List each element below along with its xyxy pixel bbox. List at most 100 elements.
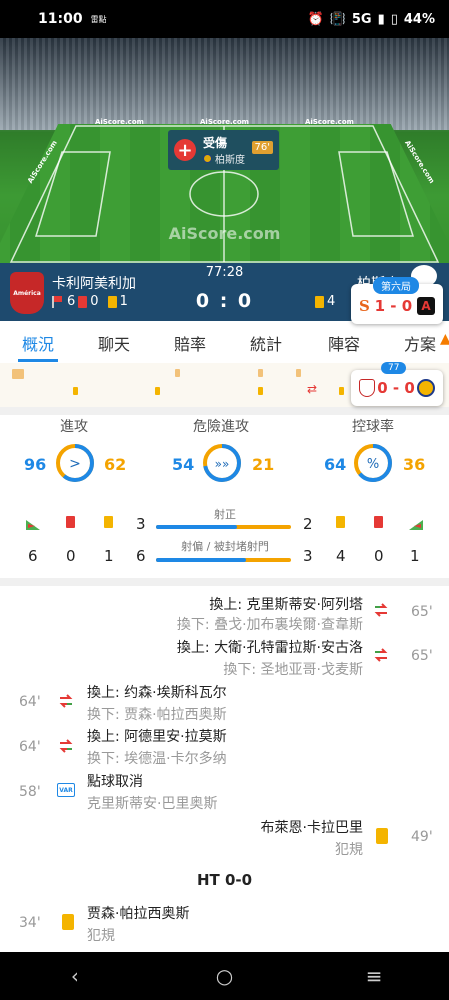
event-minute: 64' [19,739,41,755]
attack-home: 96 [24,455,47,474]
baseball-score: 1 - 0 [374,297,413,315]
halftime-marker: HT 0-0 [196,871,253,889]
substitution-icon [374,603,388,617]
ad-board-center: AiScore.com [200,118,249,126]
var-icon: VAR [57,783,75,797]
corner-icon [409,520,423,530]
svg-text:»»: »» [215,457,230,471]
fire-icon: ▲ [440,331,449,347]
tab-overview[interactable]: 概況 [22,331,54,355]
home-yellow-count: 1 [104,547,114,565]
live-pitch[interactable]: AiScore.com AiScore.com AiScore.com AiSc… [0,38,449,263]
event-sub-out: 换下: 埃德温·卡尔多纳 [87,751,227,767]
shots-on-label: 射正 [214,508,236,521]
yellow-card-icon [336,516,345,528]
yellow-card-icon [376,828,388,844]
away-corners-count: 1 [410,547,420,565]
event-note: 犯規 [87,928,115,944]
active-tab-indicator [18,359,58,362]
inning-pill: 第六局 [373,277,419,294]
event-player: 布萊恩·卡拉巴里 [260,820,363,836]
yellow-card-icon [104,516,113,528]
attack-label: 進攻 [60,419,88,435]
system-nav-bar: ‹ ○ ≡ [0,952,449,1000]
possession-ring: % [354,444,392,482]
shots-on-away: 2 [303,515,313,533]
home-team-counts: 6 0 1 [52,294,128,309]
event-minute: 65' [411,604,433,620]
shots-off-bar-home [156,558,246,562]
network-label: 5G [351,11,372,27]
away-mini-badge-icon [416,379,435,397]
danger-ring: »» [203,444,241,482]
event-sub-out: 換下: 圣地亚哥·戈麦斯 [223,662,363,678]
injury-title: 受傷 [203,136,228,150]
home-icon[interactable]: ○ [204,964,244,988]
corner-flag-icon [52,295,64,308]
home-yellow: 1 [119,294,128,309]
away-yellow: 4 [327,294,336,309]
svg-text:>: > [69,456,81,472]
substitution-icon [374,648,388,662]
red-card-icon [78,295,88,308]
yellow-card-icon [62,914,74,930]
home-corners: 6 [67,294,76,309]
pitch-watermark: AiScore.com [168,224,281,243]
home-mini-badge-icon [359,379,375,397]
timeline-mark [296,369,301,377]
event-note: 犯規 [335,842,363,858]
status-time: 11:00 [38,11,83,27]
floating-live-score-soccer[interactable]: 77 0 - 0 [351,362,443,406]
svg-text:%: % [367,457,379,472]
red-card-icon [66,516,75,528]
home-red: 0 [90,294,99,309]
event-sub-out: 換下: 叠戈·加布裏埃爾·查韋斯 [176,617,363,633]
danger-label: 危險進攻 [193,419,249,435]
status-bar: 11:00 雷點 ⏰ 📳 5G ▮ ▯ 44% [0,0,449,38]
event-minute: 34' [19,915,41,931]
back-icon[interactable]: ‹ [55,964,95,988]
away-team-counts: 4 [315,294,335,309]
possession-label: 控球率 [352,419,394,435]
tab-stats[interactable]: 統計 [250,331,282,355]
danger-away: 21 [252,455,275,474]
event-sub-in: 換上: 克里斯蒂安·阿列塔 [209,597,363,613]
recents-icon[interactable]: ≡ [354,964,394,988]
yellow-card-icon [107,295,117,308]
event-minute: 65' [411,648,433,664]
team-badge-icon [203,154,212,163]
timeline-yellow-card [73,387,78,395]
soccer-score: 0 - 0 [377,379,415,397]
timeline-mark [175,369,180,377]
stadium-stands [0,38,449,130]
event-sub-out: 换下: 贾森·帕拉西奥斯 [87,707,227,723]
away-yellow-count: 4 [336,547,346,565]
timeline-sub-icon: ⇄ [307,382,318,396]
shots-off-away: 3 [303,547,313,565]
event-player: 贾森·帕拉西奥斯 [87,906,190,922]
event-sub-in: 換上: 阿德里安·拉莫斯 [87,729,227,745]
attack-away: 62 [104,455,127,474]
danger-home: 54 [172,455,195,474]
home-red-count: 0 [66,547,76,565]
tab-tips[interactable]: 方案 [404,331,436,355]
event-minute: 58' [19,784,41,800]
yellow-card-icon [315,295,324,308]
event-var-player: 克里斯蒂安·巴里奥斯 [87,796,218,812]
tab-lineups[interactable]: 陣容 [328,331,360,355]
injury-minute: 76' [251,141,273,154]
timeline-yellow-card [339,387,344,395]
tab-odds[interactable]: 賠率 [174,331,206,355]
minute-pill: 77 [381,362,407,374]
tab-chat[interactable]: 聊天 [98,331,130,355]
la-team-icon: A [416,297,435,315]
event-minute: 64' [19,694,41,710]
substitution-icon [59,739,73,753]
event-minute: 49' [411,829,433,845]
timeline-yellow-card [258,387,263,395]
injury-player: 柏斯度 [215,155,245,166]
possession-home: 64 [324,455,347,474]
floating-live-score-baseball[interactable]: 第六局 S 1 - 0 A [351,277,443,324]
signal-icon: ▮ [377,11,385,27]
sf-team-icon: S [359,297,370,315]
